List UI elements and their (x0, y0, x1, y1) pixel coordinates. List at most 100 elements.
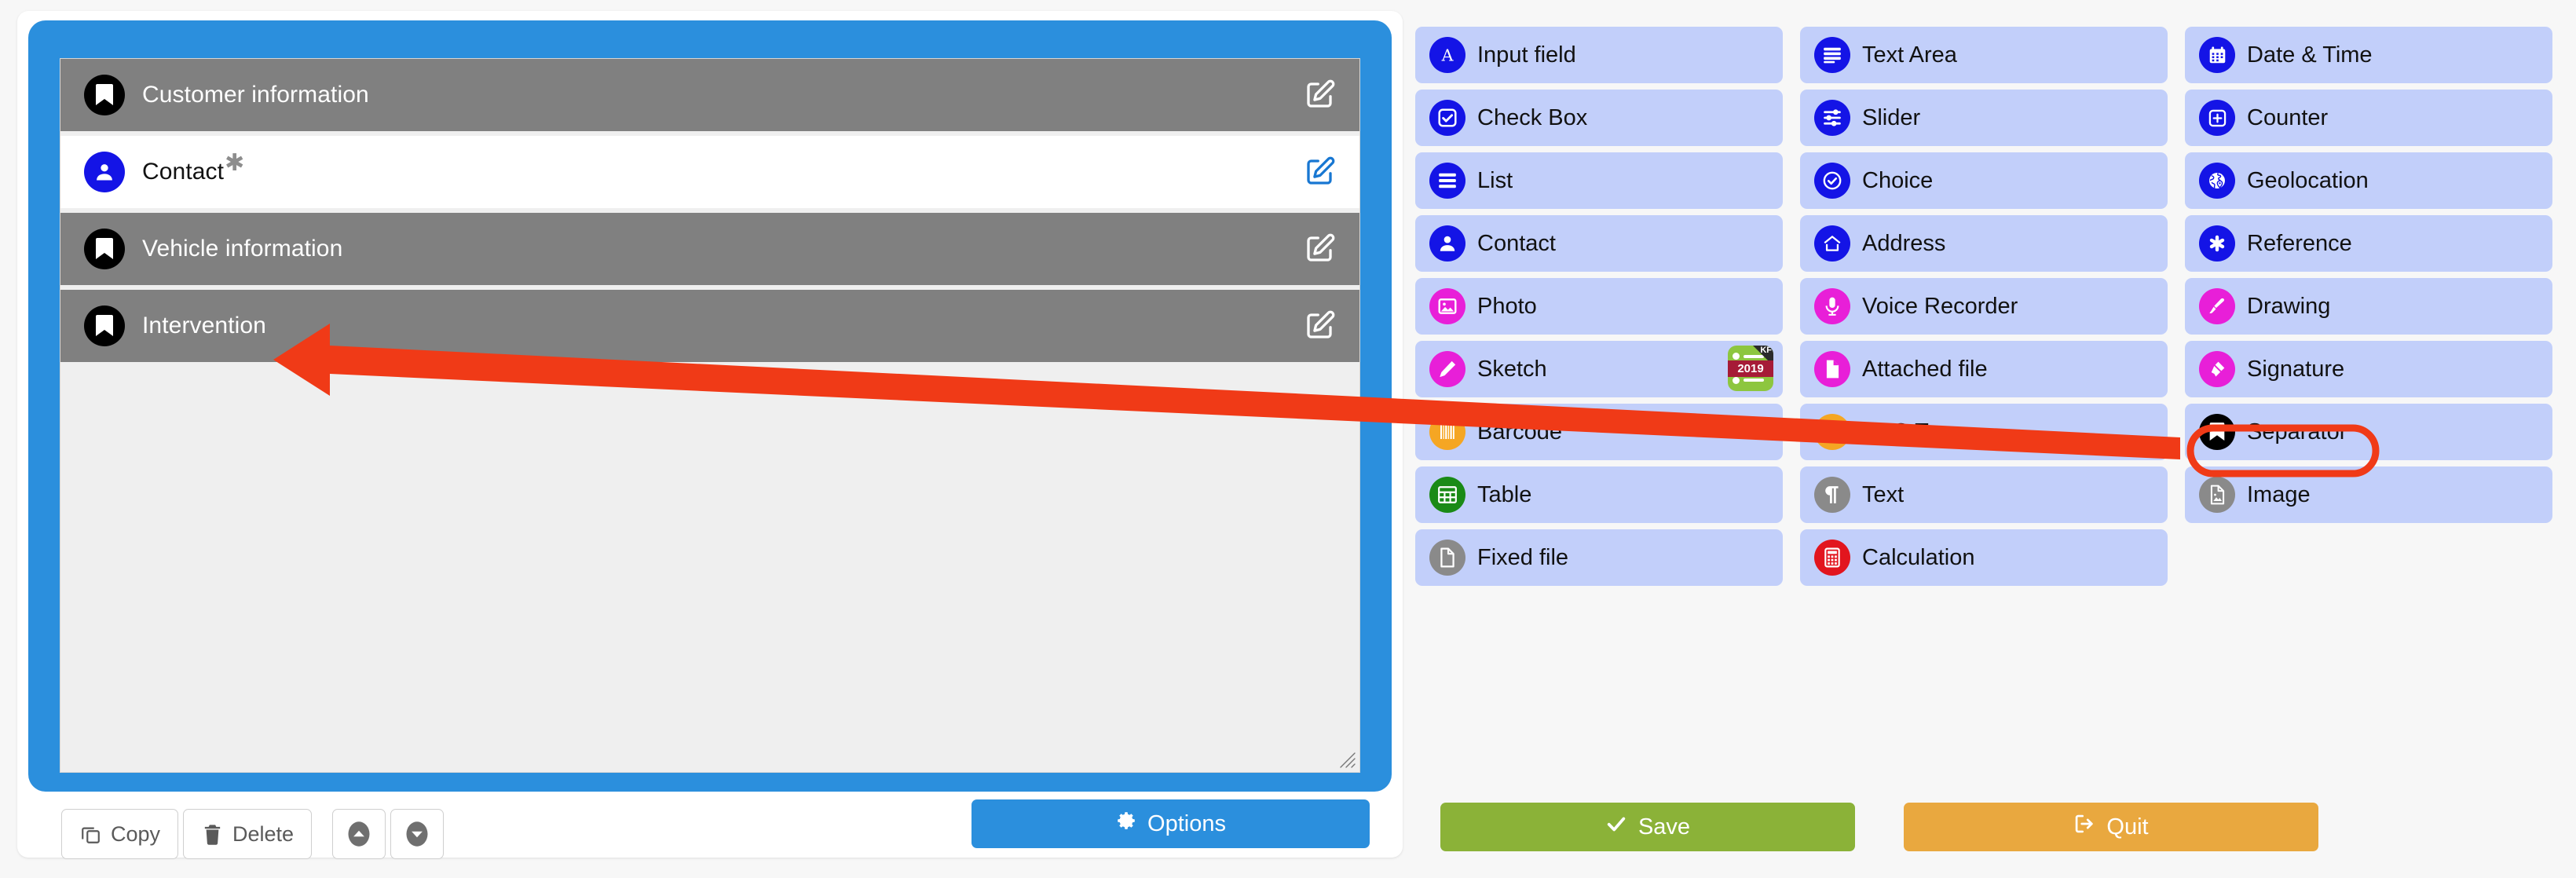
chevron-up-circle-icon (345, 820, 373, 848)
palette-item-sketch[interactable]: Sketch KF 2019 (1415, 341, 1783, 397)
pilcrow-icon (1814, 477, 1850, 513)
palette-item-label: Separator (2247, 419, 2347, 444)
form-canvas[interactable]: Customer information Contact✱ Vehicle in… (60, 58, 1360, 773)
palette-item-label: Counter (2247, 104, 2329, 130)
letter-a-icon: A (1429, 37, 1465, 73)
palette-item-date-time[interactable]: Date & Time (2185, 27, 2552, 83)
palette-item-photo[interactable]: Photo (1415, 278, 1783, 335)
badge-year-label: 2019 (1728, 360, 1773, 377)
bookmark-icon (84, 75, 125, 115)
copy-icon (79, 823, 102, 846)
edit-square-icon[interactable] (1300, 152, 1339, 192)
form-row[interactable]: Contact✱ (60, 136, 1359, 208)
microphone-icon (1814, 288, 1850, 324)
form-row[interactable]: Intervention (60, 290, 1359, 362)
palette-item-reference[interactable]: Reference (2185, 215, 2552, 272)
file-icon (1814, 351, 1850, 387)
barcode-icon (1429, 414, 1465, 450)
quit-button[interactable]: Quit (1904, 803, 2318, 851)
edit-square-icon[interactable] (1300, 306, 1339, 346)
palette-item-label: List (1477, 167, 1513, 193)
palette-item-label: Image (2247, 481, 2311, 507)
image-file-icon (2199, 477, 2235, 513)
palette-item-separator[interactable]: Separator (2185, 404, 2552, 460)
field-type-palette: A Input field Check Box List Contact Pho… (1415, 27, 2552, 586)
save-button[interactable]: Save (1440, 803, 1855, 851)
copy-button-label: Copy (111, 821, 161, 846)
palette-item-label: NFC Tag (1862, 419, 1952, 444)
palette-item-choice[interactable]: Choice (1800, 152, 2168, 209)
palette-item-label: Text (1862, 481, 1905, 507)
svg-text:A: A (1441, 46, 1454, 65)
signature-pen-icon (2199, 351, 2235, 387)
palette-item-voice-recorder[interactable]: Voice Recorder (1800, 278, 2168, 335)
app-root: Customer information Contact✱ Vehicle in… (0, 0, 2576, 878)
palette-item-image[interactable]: Image (2185, 466, 2552, 523)
move-up-button[interactable] (332, 809, 386, 859)
bookmark-icon (2199, 414, 2235, 450)
palette-item-table[interactable]: Table (1415, 466, 1783, 523)
palette-item-attached-file[interactable]: Attached file (1800, 341, 2168, 397)
palette-item-barcode[interactable]: Barcode (1415, 404, 1783, 460)
palette-item-input-field[interactable]: A Input field (1415, 27, 1783, 83)
bookmark-icon (84, 305, 125, 346)
table-grid-icon (1429, 477, 1465, 513)
contact-person-icon (1429, 225, 1465, 262)
edit-square-icon[interactable] (1300, 229, 1339, 269)
palette-item-label: Barcode (1477, 419, 1563, 444)
palette-item-address[interactable]: Address (1800, 215, 2168, 272)
calculator-icon (1814, 540, 1850, 576)
resize-grip-icon[interactable] (1336, 748, 1356, 769)
palette-item-signature[interactable]: Signature (2185, 341, 2552, 397)
contact-person-icon (84, 152, 125, 192)
copy-button[interactable]: Copy (61, 809, 179, 859)
palette-item-label: Text Area (1862, 42, 1957, 68)
palette-item-check-box[interactable]: Check Box (1415, 90, 1783, 146)
palette-item-contact[interactable]: Contact (1415, 215, 1783, 272)
form-designer-panel: Customer information Contact✱ Vehicle in… (28, 20, 1392, 792)
palette-item-label: Table (1477, 481, 1532, 507)
form-row-label: Contact✱ (142, 152, 244, 185)
photo-icon (1429, 288, 1465, 324)
palette-item-label: Input field (1477, 42, 1576, 68)
palette-item-label: Fixed file (1477, 544, 1569, 570)
gear-icon (1115, 810, 1137, 838)
form-row-label: Customer information (142, 82, 369, 108)
delete-button-label: Delete (232, 821, 295, 846)
quit-button-label: Quit (2106, 814, 2149, 840)
plus-square-icon (2199, 100, 2235, 136)
exit-icon (2073, 813, 2095, 841)
form-row[interactable]: Vehicle information (60, 213, 1359, 285)
palette-item-counter[interactable]: Counter (2185, 90, 2552, 146)
delete-button[interactable]: Delete (183, 809, 313, 859)
palette-column-3: Date & Time Counter Geolocation Referenc… (2185, 27, 2552, 586)
palette-item-text-area[interactable]: Text Area (1800, 27, 2168, 83)
palette-item-geolocation[interactable]: Geolocation (2185, 152, 2552, 209)
bookmark-icon (84, 229, 125, 269)
palette-item-slider[interactable]: Slider (1800, 90, 2168, 146)
palette-item-label: Attached file (1862, 356, 1988, 382)
calendar-icon (2199, 37, 2235, 73)
palette-item-calculation[interactable]: Calculation (1800, 529, 2168, 586)
move-down-button[interactable] (390, 809, 445, 859)
palette-item-label: Voice Recorder (1862, 293, 2018, 319)
globe-pin-icon (2199, 163, 2235, 199)
palette-item-label: Sketch (1477, 356, 1547, 382)
badge-corner-label: KF (1760, 346, 1772, 355)
palette-item-nfc-tag[interactable]: NFC Tag (1800, 404, 2168, 460)
form-row[interactable]: Customer information (60, 59, 1359, 131)
required-marker: ✱ (225, 150, 245, 176)
palette-item-label: Calculation (1862, 544, 1975, 570)
palette-item-list[interactable]: List (1415, 152, 1783, 209)
palette-item-label: Address (1862, 230, 1946, 256)
file-icon (1429, 540, 1465, 576)
palette-item-label: Choice (1862, 167, 1934, 193)
options-button[interactable]: Options (971, 799, 1370, 848)
trash-icon (201, 823, 224, 846)
palette-item-text[interactable]: Text (1800, 466, 2168, 523)
check-icon (1605, 813, 1627, 841)
palette-item-label: Photo (1477, 293, 1537, 319)
palette-item-drawing[interactable]: Drawing (2185, 278, 2552, 335)
palette-item-fixed-file[interactable]: Fixed file (1415, 529, 1783, 586)
edit-square-icon[interactable] (1300, 75, 1339, 115)
